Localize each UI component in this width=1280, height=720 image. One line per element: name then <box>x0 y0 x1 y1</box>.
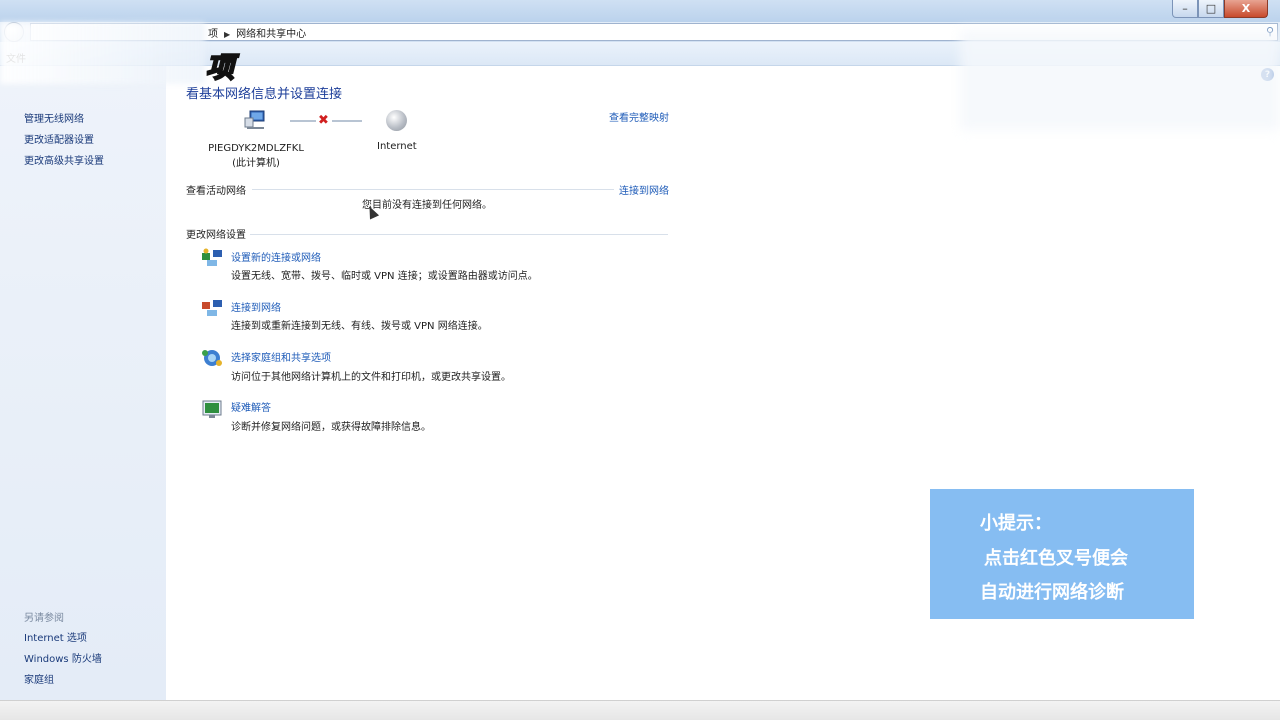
section-divider <box>250 234 668 235</box>
tip-box: 小提示： 点击红色叉号便会 自动进行网络诊断 <box>929 488 1195 620</box>
window-controls: – □ X <box>1172 0 1268 18</box>
connect-to-network-link[interactable]: 连接到网络 <box>619 182 669 197</box>
tip-line-1: 点击红色叉号便会 <box>984 548 1128 569</box>
maximize-button[interactable]: □ <box>1198 0 1224 18</box>
see-also-homegroup[interactable]: 家庭组 <box>24 671 54 686</box>
see-also-heading: 另请参阅 <box>24 613 64 624</box>
status-bar <box>0 700 1280 720</box>
close-button[interactable]: X <box>1224 0 1268 18</box>
see-also-internet-options[interactable]: Internet 选项 <box>24 629 87 644</box>
task-link-connect-network[interactable]: 连接到网络 <box>231 299 281 314</box>
internet-label: Internet <box>377 141 417 152</box>
breadcrumb-current[interactable]: 网络和共享中心 <box>236 29 306 40</box>
title-bar <box>0 0 1280 24</box>
task-desc-connect-network: 连接到或重新连接到无线、有线、拨号或 VPN 网络连接。 <box>231 321 488 332</box>
sidebar-item-adapter-settings[interactable]: 更改适配器设置 <box>24 131 94 146</box>
computer-sub: (此计算机) <box>232 158 280 169</box>
tip-title: 小提示： <box>980 513 1052 534</box>
computer-label: PIEGDYK2MDLZFKL (此计算机) <box>207 141 305 171</box>
section-divider <box>252 189 614 190</box>
task-desc-setup-connection: 设置无线、宽带、拨号、临时或 VPN 连接；或设置路由器或访问点。 <box>231 271 538 282</box>
see-also-firewall[interactable]: Windows 防火墙 <box>24 650 102 665</box>
task-desc-troubleshoot: 诊断并修复网络问题，或获得故障排除信息。 <box>231 422 431 433</box>
connect-network-icon[interactable] <box>201 298 223 318</box>
sidebar-item-manage-wireless[interactable]: 管理无线网络 <box>24 110 84 125</box>
active-networks-heading: 查看活动网络 <box>186 186 246 197</box>
task-desc-homegroup: 访问位于其他网络计算机上的文件和打印机，或更改共享设置。 <box>231 372 511 383</box>
breadcrumb-separator-icon[interactable]: ▶ <box>224 30 230 39</box>
task-link-troubleshoot[interactable]: 疑难解答 <box>231 399 271 414</box>
sidebar-item-advanced-sharing[interactable]: 更改高级共享设置 <box>24 152 104 167</box>
computer-icon[interactable] <box>244 110 266 130</box>
page-title: 看基本网络信息并设置连接 <box>186 87 343 102</box>
blur-overlay <box>0 22 205 84</box>
minimize-button[interactable]: – <box>1172 0 1198 18</box>
breadcrumb: 项 ▶ 网络和共享中心 <box>208 25 306 40</box>
blur-overlay-right <box>960 30 1280 130</box>
no-connection-text: 您目前没有连接到任何网络。 <box>362 200 492 211</box>
network-setup-icon[interactable] <box>201 248 223 268</box>
tip-line-2: 自动进行网络诊断 <box>980 582 1124 603</box>
computer-name: PIEGDYK2MDLZFKL <box>208 143 304 154</box>
error-x-icon[interactable]: ✖ <box>318 113 329 128</box>
change-settings-heading: 更改网络设置 <box>186 230 246 241</box>
internet-globe-icon[interactable] <box>386 110 407 131</box>
connection-line-right <box>332 120 362 122</box>
task-link-setup-connection[interactable]: 设置新的连接或网络 <box>231 249 321 264</box>
overlay-caption-char: 项 <box>205 50 235 85</box>
troubleshoot-icon[interactable] <box>201 399 223 419</box>
full-map-link[interactable]: 查看完整映射 <box>609 109 669 124</box>
task-link-homegroup[interactable]: 选择家庭组和共享选项 <box>231 349 331 364</box>
homegroup-icon[interactable] <box>201 348 223 368</box>
breadcrumb-prefix[interactable]: 项 <box>208 29 218 40</box>
connection-line-left <box>290 120 316 122</box>
